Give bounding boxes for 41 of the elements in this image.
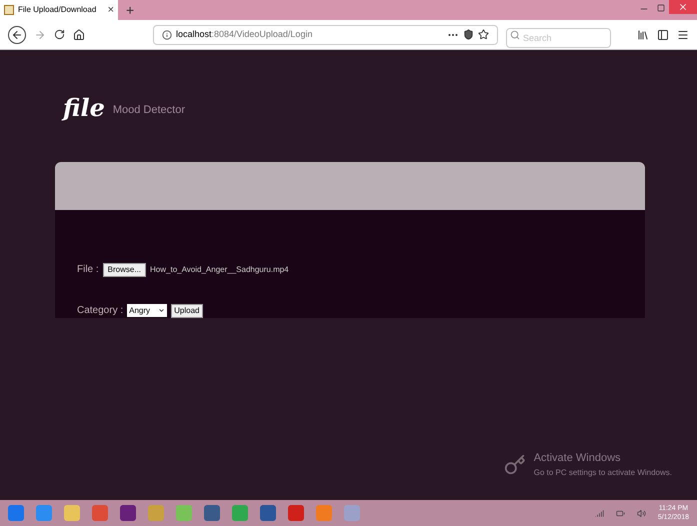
search-icon (510, 30, 520, 40)
app-icon[interactable] (288, 505, 304, 521)
app-icon[interactable] (64, 505, 80, 521)
close-icon (678, 2, 688, 12)
browse-button[interactable]: Browse... (102, 262, 146, 276)
battery-icon[interactable] (616, 508, 625, 518)
new-tab-button[interactable]: + (118, 0, 142, 20)
app-icon[interactable] (260, 505, 276, 521)
url-text: localhost:8084/VideoUpload/Login (176, 28, 314, 41)
volume-icon[interactable] (636, 508, 646, 518)
back-button[interactable] (8, 26, 26, 44)
back-arrow-icon (11, 28, 23, 40)
star-icon[interactable] (478, 29, 489, 40)
menu-icon[interactable] (677, 28, 689, 40)
forward-icon[interactable] (34, 28, 46, 40)
maximize-icon[interactable] (657, 4, 665, 12)
app-icon[interactable] (120, 505, 136, 521)
category-label: Category : (77, 304, 124, 318)
chevron-down-icon (158, 307, 166, 314)
app-icon[interactable] (204, 505, 220, 521)
file-label: File : (77, 263, 99, 277)
upload-button[interactable]: Upload (171, 304, 202, 318)
sidebar-icon[interactable] (657, 28, 669, 40)
activation-subtitle: Go to PC settings to activate Windows. (534, 466, 672, 478)
info-icon (162, 30, 172, 40)
search-field[interactable]: Search (506, 28, 611, 48)
reload-icon[interactable] (54, 29, 65, 40)
app-name: Mood Detector (112, 102, 185, 118)
close-window-button[interactable] (669, 0, 697, 14)
page-icon (4, 5, 14, 15)
browser-tab[interactable]: File Upload/Download × (0, 0, 118, 20)
category-select[interactable]: Angry (127, 304, 168, 317)
tab-title: File Upload/Download (18, 4, 98, 16)
network-icon[interactable] (594, 508, 604, 518)
file-name: How_to_Avoid_Anger__Sadhguru.mp4 (150, 264, 289, 276)
logo: file (63, 96, 105, 120)
library-icon[interactable] (637, 28, 649, 40)
activation-title: Activate Windows (534, 451, 622, 466)
home-icon[interactable] (73, 28, 85, 40)
close-tab-button[interactable]: × (108, 2, 114, 18)
address-bar[interactable]: localhost:8084/VideoUpload/Login (153, 24, 498, 44)
